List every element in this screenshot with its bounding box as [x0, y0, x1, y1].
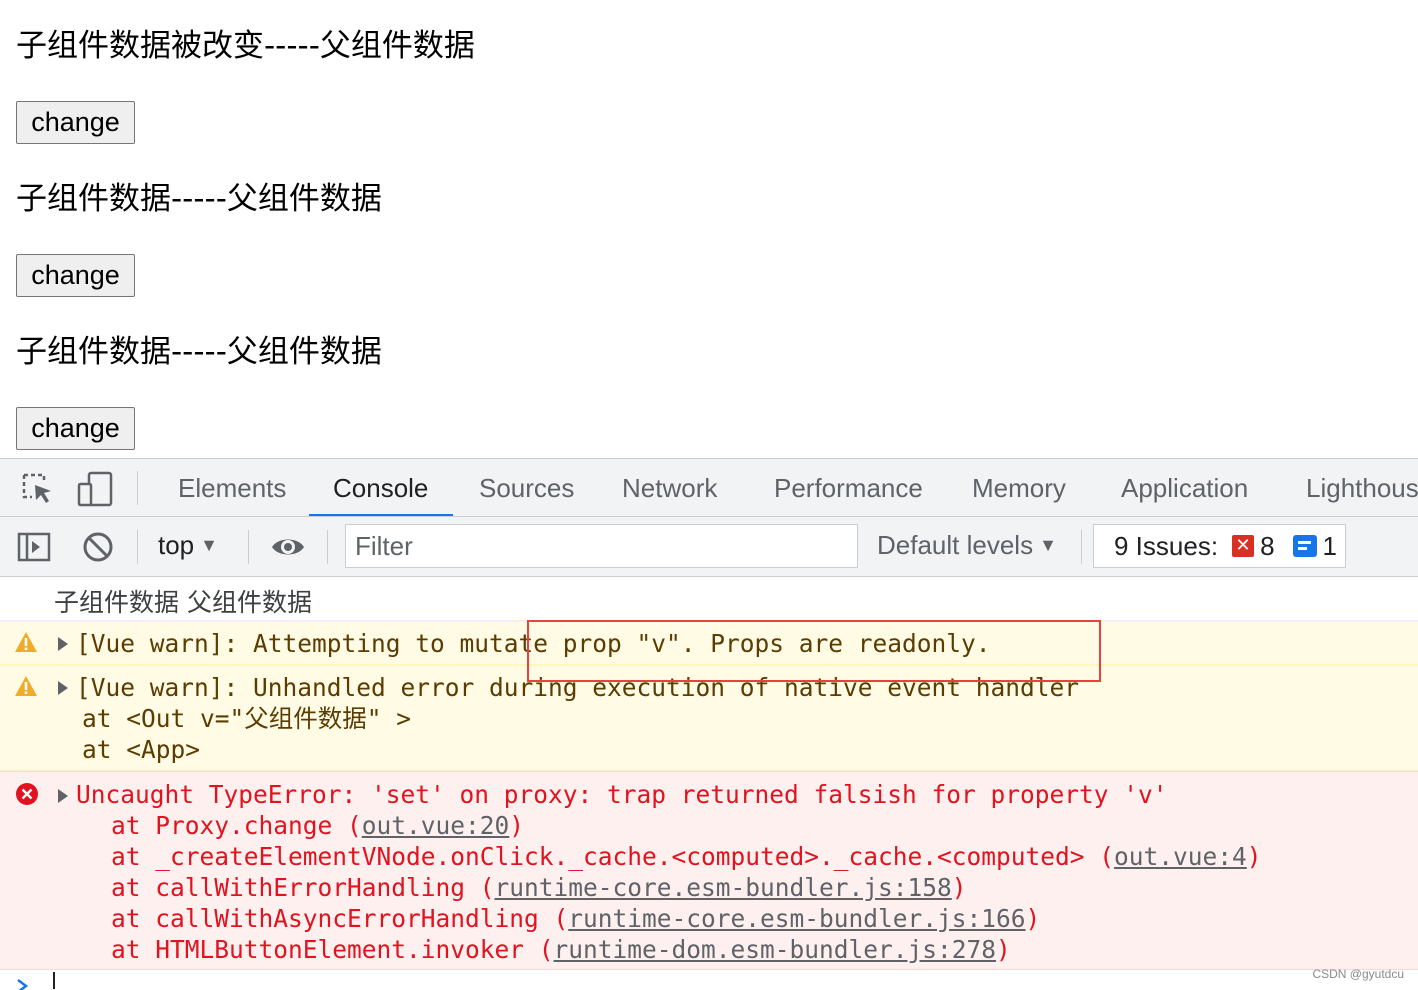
child-data-text-3: 子组件数据-----父组件数据	[16, 334, 382, 370]
change-button-3[interactable]: change	[16, 407, 135, 450]
stack-frame-text: at _createElementVNode.onClick._cache.<c…	[111, 842, 1115, 871]
sidebar-toggle-icon[interactable]	[16, 529, 52, 565]
device-toolbar-icon[interactable]	[77, 471, 113, 507]
tabbar-separator	[137, 471, 138, 505]
tab-console[interactable]: Console	[333, 459, 428, 516]
toolbar-separator	[137, 530, 138, 564]
toolbar-separator	[327, 530, 328, 564]
context-label: top	[158, 530, 195, 560]
tab-elements[interactable]: Elements	[178, 459, 286, 516]
stack-frame-5: at HTMLButtonElement.invoker (runtime-do…	[111, 934, 1011, 965]
console-error: Uncaught TypeError: 'set' on proxy: trap…	[0, 771, 1418, 970]
expand-triangle-icon[interactable]	[58, 681, 68, 695]
expand-triangle-icon[interactable]	[58, 789, 68, 803]
source-link[interactable]: runtime-dom.esm-bundler.js:278	[554, 935, 997, 964]
devtools-tabbar: Elements Console Sources Network Perform…	[0, 458, 1418, 517]
stack-frame-2: at _createElementVNode.onClick._cache.<c…	[111, 841, 1262, 872]
log-levels-label: Default levels	[877, 530, 1034, 560]
prompt-chevron-icon	[17, 979, 29, 990]
live-expression-eye-icon[interactable]	[270, 529, 306, 565]
watermark: CSDN @gyutdcu	[1312, 967, 1404, 981]
stack-frame-4: at callWithAsyncErrorHandling (runtime-c…	[111, 903, 1040, 934]
tab-memory[interactable]: Memory	[972, 459, 1066, 516]
clear-console-icon[interactable]	[80, 529, 116, 565]
change-button-2[interactable]: change	[16, 254, 135, 297]
console-warning-2: [Vue warn]: Unhandled error during execu…	[0, 665, 1418, 771]
tab-network[interactable]: Network	[622, 459, 717, 516]
warning-2-line-2: at <Out v="父组件数据" >	[82, 704, 412, 733]
console-toolbar: top▼ Default levels▼ 9 Issues: ✕ 8 1	[0, 517, 1418, 577]
stack-frame-text: )	[509, 811, 525, 840]
source-link[interactable]: runtime-core.esm-bundler.js:158	[495, 873, 952, 902]
stack-frame-text: )	[1246, 842, 1262, 871]
stack-frame-text: at Proxy.change (	[111, 811, 362, 840]
stack-frame-text: )	[951, 873, 967, 902]
page-content: 子组件数据被改变-----父组件数据 change 子组件数据-----父组件数…	[0, 0, 1418, 458]
tab-lighthouse[interactable]: Lighthous	[1306, 459, 1418, 516]
stack-frame-1: at Proxy.change (out.vue:20)	[111, 810, 524, 841]
issues-label: 9 Issues:	[1114, 530, 1219, 561]
issues-info-count: 1	[1322, 530, 1337, 561]
warning-icon	[15, 632, 37, 652]
tab-sources[interactable]: Sources	[479, 459, 574, 516]
source-link[interactable]: runtime-core.esm-bundler.js:166	[568, 904, 1025, 933]
child-data-text-1: 子组件数据被改变-----父组件数据	[16, 28, 475, 64]
expand-triangle-icon[interactable]	[58, 637, 68, 651]
error-icon	[16, 783, 38, 805]
text-cursor	[53, 972, 55, 989]
stack-frame-text: at HTMLButtonElement.invoker (	[111, 935, 554, 964]
stack-frame-text: at callWithAsyncErrorHandling (	[111, 904, 569, 933]
source-link[interactable]: out.vue:4	[1114, 842, 1247, 871]
chevron-down-icon: ▼	[1039, 535, 1057, 555]
source-link[interactable]: out.vue:20	[362, 811, 510, 840]
chevron-down-icon: ▼	[200, 535, 218, 555]
warning-2-line-3: at <App>	[82, 735, 201, 764]
log-text: 子组件数据 父组件数据	[54, 588, 312, 617]
filter-input[interactable]	[345, 524, 858, 568]
context-selector[interactable]: top ▼	[158, 530, 218, 561]
warning-2-line-1: [Vue warn]: Unhandled error during execu…	[76, 673, 1080, 702]
toolbar-separator	[1081, 530, 1082, 564]
stack-frame-text: )	[1025, 904, 1041, 933]
stack-frame-text: at callWithErrorHandling (	[111, 873, 495, 902]
warning-icon	[15, 676, 37, 696]
change-button-1[interactable]: change	[16, 101, 135, 144]
devtools-panel: Elements Console Sources Network Perform…	[0, 458, 1418, 990]
error-issue-icon: ✕	[1232, 535, 1255, 557]
inspect-element-icon[interactable]	[20, 471, 56, 507]
tab-application[interactable]: Application	[1121, 459, 1248, 516]
toolbar-separator	[248, 530, 249, 564]
stack-frame-3: at callWithErrorHandling (runtime-core.e…	[111, 872, 967, 903]
info-issue-icon	[1292, 535, 1317, 557]
issues-counter-button[interactable]: 9 Issues: ✕ 8 1	[1093, 524, 1346, 568]
console-log-message: 子组件数据 父组件数据	[0, 577, 1418, 621]
issues-error-count: 8	[1260, 530, 1275, 561]
warning-1-text: [Vue warn]: Attempting to mutate prop "v…	[76, 629, 991, 658]
log-levels-dropdown[interactable]: Default levels ▼	[877, 530, 1057, 561]
console-warning-1: [Vue warn]: Attempting to mutate prop "v…	[0, 621, 1418, 665]
tab-performance[interactable]: Performance	[774, 459, 923, 516]
console-prompt[interactable]	[0, 970, 1418, 990]
error-message: Uncaught TypeError: 'set' on proxy: trap…	[76, 780, 1168, 809]
stack-frame-text: )	[996, 935, 1011, 964]
child-data-text-2: 子组件数据-----父组件数据	[16, 181, 382, 217]
